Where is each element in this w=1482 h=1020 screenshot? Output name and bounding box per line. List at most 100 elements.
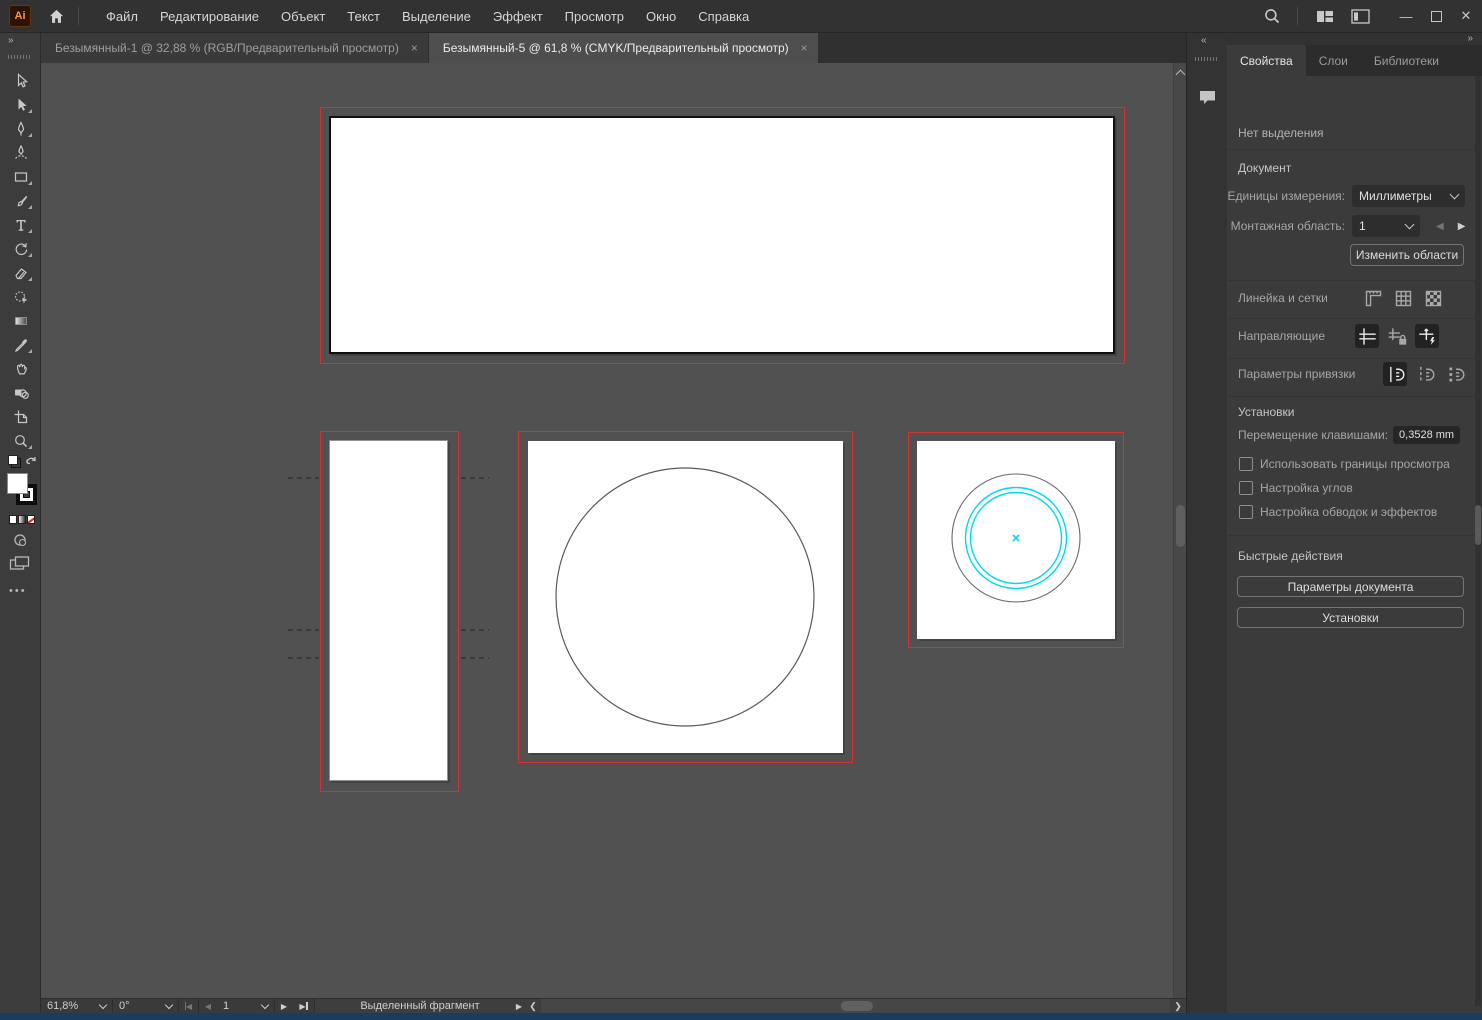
next-artboard-button[interactable]: ▶ xyxy=(275,999,293,1013)
shaper-tool[interactable] xyxy=(0,285,41,309)
hand-tool[interactable] xyxy=(0,357,41,381)
type-tool[interactable] xyxy=(0,213,41,237)
menu-item-edit[interactable]: Редактирование xyxy=(149,0,270,33)
scroll-up-icon[interactable] xyxy=(1176,70,1186,80)
none-swatch[interactable] xyxy=(27,515,35,524)
color-swatch[interactable] xyxy=(9,515,17,524)
close-tab-icon[interactable]: × xyxy=(411,41,418,55)
transparency-grid-icon[interactable] xyxy=(1421,286,1445,310)
rotation-field[interactable]: 0° xyxy=(113,999,179,1013)
drawing-modes-icon[interactable] xyxy=(11,531,29,549)
close-tab-icon[interactable]: × xyxy=(801,41,808,55)
artboard-2[interactable] xyxy=(329,440,448,781)
menu-item-help[interactable]: Справка xyxy=(687,0,760,33)
menu-item-select[interactable]: Выделение xyxy=(391,0,482,33)
hscrollbar-thumb[interactable] xyxy=(841,1001,873,1011)
last-artboard-button[interactable]: ▶ xyxy=(293,999,315,1013)
status-menu-icon[interactable]: ▶ xyxy=(516,1002,522,1011)
home-icon[interactable] xyxy=(44,4,68,28)
direct-selection-tool[interactable] xyxy=(0,93,41,117)
units-dropdown[interactable]: Миллиметры xyxy=(1352,185,1465,207)
selection-tool[interactable] xyxy=(0,69,41,93)
gradient-swatch[interactable] xyxy=(18,515,26,524)
toolbar-grip[interactable] xyxy=(8,55,32,59)
edit-toolbar-icon[interactable]: ••• xyxy=(9,585,27,597)
canvas-vscrollbar[interactable] xyxy=(1173,63,1186,998)
dock-collapse-icon[interactable]: « xyxy=(1201,35,1206,46)
previous-artboard-button[interactable]: ◀ xyxy=(199,999,217,1013)
snap-to-pixel-icon[interactable] xyxy=(1383,362,1407,386)
swap-fill-stroke-icon[interactable] xyxy=(24,454,38,468)
menu-item-effect[interactable]: Эффект xyxy=(482,0,554,33)
workspace-switcher-icon[interactable] xyxy=(1342,3,1378,29)
rotate-tool[interactable] xyxy=(0,237,41,261)
panel-expand-icon[interactable]: » xyxy=(1467,33,1472,44)
scroll-left-icon[interactable]: ❮ xyxy=(525,999,541,1013)
edit-artboards-button[interactable]: Изменить области xyxy=(1350,244,1464,266)
first-artboard-button[interactable]: ◀ xyxy=(179,999,199,1013)
checkbox-scale-corners[interactable] xyxy=(1239,481,1253,495)
paintbrush-tool[interactable] xyxy=(0,189,41,213)
document-tab-1[interactable]: Безымянный-1 @ 32,88 % (RGB/Предваритель… xyxy=(41,33,428,63)
search-icon[interactable] xyxy=(1257,3,1287,29)
gradient-tool[interactable] xyxy=(0,309,41,333)
titlebar-separator xyxy=(78,7,79,25)
menu-item-file[interactable]: Файл xyxy=(95,0,149,33)
curvature-tool[interactable] xyxy=(0,141,41,165)
panel-scrollbar[interactable] xyxy=(1475,76,1481,1006)
shape-builder-tool[interactable] xyxy=(0,381,41,405)
fill-swatch[interactable] xyxy=(7,473,28,494)
artboard-tool[interactable] xyxy=(0,405,41,429)
eraser-tool[interactable] xyxy=(0,261,41,285)
ruler-icon[interactable] xyxy=(1361,286,1385,310)
default-fill-stroke-icon[interactable] xyxy=(8,455,21,468)
document-setup-button[interactable]: Параметры документа xyxy=(1237,576,1464,597)
comments-panel-icon[interactable] xyxy=(1195,85,1220,110)
screen-mode-icon[interactable] xyxy=(9,555,30,573)
artboard-3[interactable] xyxy=(528,441,843,753)
snap-to-point-icon[interactable] xyxy=(1443,362,1467,386)
artboard-select[interactable]: 1 xyxy=(1352,215,1420,237)
toolbar-expand-icon[interactable]: » xyxy=(8,35,13,46)
artboard-1[interactable] xyxy=(329,116,1115,354)
menu-item-window[interactable]: Окно xyxy=(635,0,687,33)
zoom-tool[interactable] xyxy=(0,429,41,453)
guides-icon[interactable] xyxy=(1355,324,1379,348)
checkbox-scale-strokes-effects[interactable] xyxy=(1239,505,1253,519)
keyboard-increment-input[interactable]: 0,3528 mm xyxy=(1393,426,1460,444)
tab-properties[interactable]: Свойства xyxy=(1227,45,1306,76)
lock-guides-icon[interactable] xyxy=(1385,324,1409,348)
zoom-level-field[interactable]: 61,8% xyxy=(41,999,113,1013)
grid-icon[interactable] xyxy=(1391,286,1415,310)
close-button[interactable]: ✕ xyxy=(1452,3,1480,29)
artboard-number-field[interactable]: 1 xyxy=(217,999,275,1013)
tab-layers[interactable]: Слои xyxy=(1306,45,1361,76)
canvas[interactable] xyxy=(41,63,1186,998)
rectangle-tool[interactable] xyxy=(0,165,41,189)
dock-grip[interactable] xyxy=(1195,57,1219,61)
minimize-button[interactable]: — xyxy=(1392,3,1420,29)
tab-libraries[interactable]: Библиотеки xyxy=(1361,45,1452,76)
artboard-4[interactable] xyxy=(917,441,1115,639)
menu-item-view[interactable]: Просмотр xyxy=(554,0,635,33)
preferences-button[interactable]: Установки xyxy=(1237,607,1464,628)
vscrollbar-thumb[interactable] xyxy=(1176,505,1185,547)
menu-item-type[interactable]: Текст xyxy=(336,0,391,33)
next-artboard-icon[interactable]: ▶ xyxy=(1458,221,1466,232)
previous-artboard-icon[interactable]: ◀ xyxy=(1436,221,1444,232)
document-tab-2[interactable]: Безымянный-5 @ 61,8 % (CMYK/Предваритель… xyxy=(429,33,818,63)
canvas-hscrollbar[interactable] xyxy=(541,999,1170,1013)
scroll-right-icon[interactable]: ❯ xyxy=(1170,999,1186,1013)
pen-tool[interactable] xyxy=(0,117,41,141)
arrange-documents-icon[interactable] xyxy=(1308,3,1342,29)
smart-guides-icon[interactable] xyxy=(1415,324,1439,348)
menu-item-object[interactable]: Объект xyxy=(270,0,336,33)
circle-path[interactable] xyxy=(528,441,843,753)
maximize-button[interactable] xyxy=(1422,3,1450,29)
eyedropper-tool[interactable] xyxy=(0,333,41,357)
divider xyxy=(1227,280,1475,281)
checkbox-use-preview-bounds[interactable] xyxy=(1239,457,1253,471)
panel-scrollbar-thumb[interactable] xyxy=(1475,505,1481,545)
label-die-cut-paths[interactable] xyxy=(917,441,1115,639)
snap-to-grid-icon[interactable] xyxy=(1413,362,1437,386)
